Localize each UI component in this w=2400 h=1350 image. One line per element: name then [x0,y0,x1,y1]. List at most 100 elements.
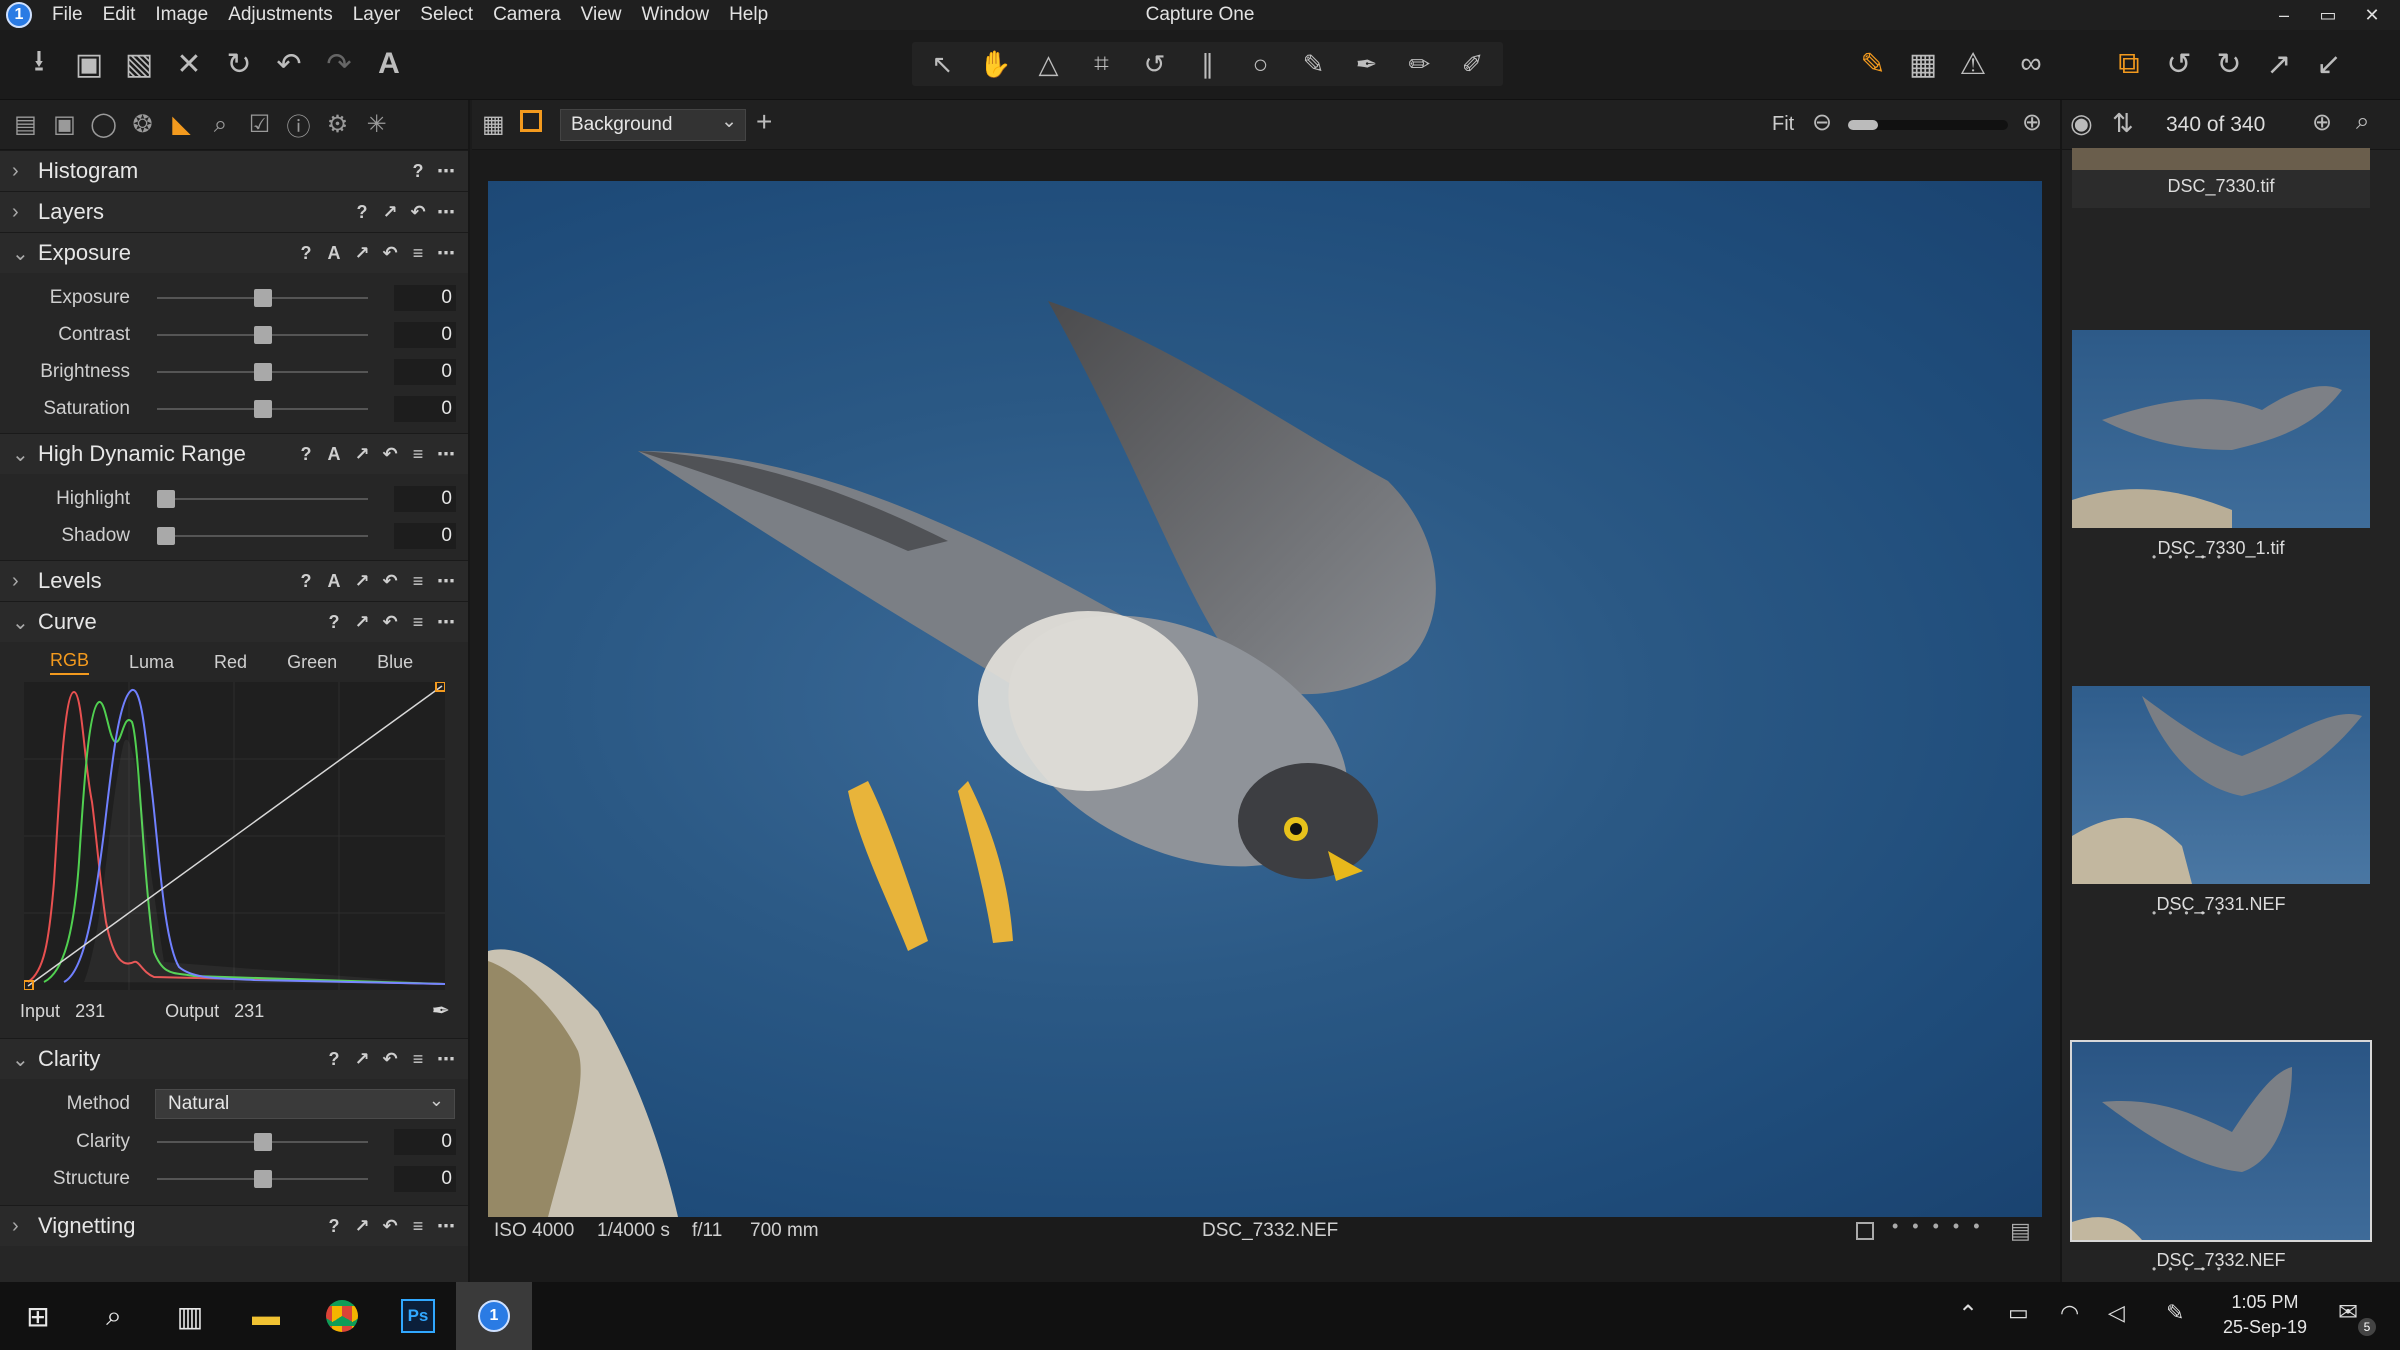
single-view-icon[interactable] [520,110,542,132]
slider-value[interactable]: 0 [394,485,456,512]
slider-knob[interactable] [253,363,272,381]
import-arrow-icon[interactable]: ↙ [2304,42,2354,86]
zoom-out-icon[interactable]: ⊖ [1812,108,1832,137]
help-icon[interactable]: ? [348,202,376,223]
search-icon[interactable]: ⌕ [2356,108,2369,136]
layers-section[interactable]: › Layers ? ↗ ↶ ⋯ [0,191,468,232]
tab-green[interactable]: Green [287,652,337,673]
capture-one-taskbar-icon[interactable]: 1 [456,1282,532,1350]
slider-exposure[interactable]: Exposure 0 [0,279,468,316]
thumbnail-selected[interactable]: ••••• DSC_7332.NEF [2070,1040,2372,1282]
help-icon[interactable]: ? [320,1216,348,1237]
metadata-icon[interactable]: ⓘ [279,107,318,142]
curve-editor[interactable] [23,681,446,991]
expand-icon[interactable]: ↗ [348,243,376,264]
delete-icon[interactable]: ✕ [164,42,214,86]
undo-icon[interactable]: ↶ [264,42,314,86]
menu-image[interactable]: Image [155,4,208,26]
more-icon[interactable]: ⋯ [432,571,460,592]
wifi-icon[interactable]: ◠ [2060,1300,2079,1326]
slider-value[interactable]: 0 [394,522,456,549]
camera-icon[interactable]: ▣ [64,42,114,86]
more-icon[interactable]: ⋯ [432,1049,460,1070]
linear-mask-icon[interactable]: ✏ [1393,42,1446,86]
tab-red[interactable]: Red [214,652,247,673]
rating-dots[interactable]: ••••• [1892,1216,1994,1237]
batch-icon[interactable]: ✳ [357,110,396,139]
eye-icon[interactable]: ◉ [2070,108,2093,139]
tab-rgb[interactable]: RGB [50,650,90,675]
hdr-section[interactable]: ⌄ High Dynamic Range ? A ↗ ↶ ≡ ⋯ [0,433,468,474]
exposure-section[interactable]: ⌄ Exposure ? A ↗ ↶ ≡ ⋯ [0,232,468,273]
reset-icon[interactable]: ↶ [376,1216,404,1237]
menu-window[interactable]: Window [642,4,710,26]
task-view-icon[interactable]: ▥ [152,1282,228,1350]
expand-icon[interactable]: ↗ [348,1049,376,1070]
menu-view[interactable]: View [581,4,622,26]
tab-blue[interactable]: Blue [377,652,413,673]
expand-icon[interactable]: ↗ [348,612,376,633]
reset-icon[interactable]: ↶ [404,202,432,223]
notifications-icon[interactable]: ✉ [2338,1298,2358,1327]
help-icon[interactable]: ? [292,444,320,465]
chrome-icon[interactable] [304,1282,380,1350]
auto-icon[interactable]: A [320,444,348,465]
more-icon[interactable]: ⋯ [432,161,460,182]
expand-icon[interactable]: ↗ [348,444,376,465]
slider-structure[interactable]: Structure 0 [0,1160,468,1197]
keystone-icon[interactable]: △ [1022,42,1075,86]
zoom-fit-label[interactable]: Fit [1772,113,1794,136]
volume-icon[interactable]: ◁ [2108,1300,2125,1326]
minimize-button[interactable]: – [2262,0,2306,30]
tab-luma[interactable]: Luma [129,652,174,673]
slider-knob[interactable] [253,1133,272,1151]
reset-icon[interactable]: ↶ [376,571,404,592]
slider-knob[interactable] [157,490,175,508]
slider-knob[interactable] [253,326,272,344]
rotate-icon[interactable]: ↺ [1128,42,1181,86]
erase-mask-icon[interactable]: ✒ [1340,42,1393,86]
rotate-right-icon[interactable]: ↻ [2204,42,2254,86]
output-icon[interactable]: ⚙ [318,110,357,139]
help-icon[interactable]: ? [404,161,432,182]
export-icon[interactable]: ↗ [2254,42,2304,86]
method-select[interactable]: Natural [155,1086,455,1119]
thumbnail[interactable]: ••••• DSC_7331.NEF [2072,686,2370,926]
presets-icon[interactable]: ≡ [404,1216,432,1237]
help-icon[interactable]: ? [292,243,320,264]
expand-icon[interactable]: ↗ [348,571,376,592]
adjust-icon[interactable]: ☑ [240,110,279,139]
straighten-icon[interactable]: ∥ [1181,42,1234,86]
eyedropper-icon[interactable]: ✒ [432,998,450,1024]
grid-view-icon[interactable]: ▦ [482,110,505,139]
slider-shadow[interactable]: Shadow 0 [0,517,468,554]
app-logo[interactable]: 1 [6,2,32,28]
slider-clarity[interactable]: Clarity 0 [0,1123,468,1160]
reset-icon[interactable]: ↶ [376,1049,404,1070]
capture-icon[interactable]: ▣ [45,110,84,139]
search-icon[interactable]: ⌕ [76,1282,152,1350]
windows-start-icon[interactable]: ⊞ [0,1282,76,1350]
file-explorer-icon[interactable]: ▬ [228,1282,304,1350]
reset-icon[interactable]: ↶ [376,612,404,633]
exposure-tab-icon[interactable]: ◣ [162,110,201,139]
slider-value[interactable]: 0 [394,395,456,422]
thumbnail[interactable]: DSC_7330.tif [2072,148,2370,208]
warning-icon[interactable]: ⚠ [1948,42,1998,86]
info-badge-icon[interactable]: ▤ [2010,1218,2031,1244]
presets-icon[interactable]: ≡ [404,571,432,592]
menu-help[interactable]: Help [729,4,768,26]
thumbnail[interactable]: ••••• DSC_7330_1.tif [2072,330,2370,570]
layers-icon[interactable]: ❂ [123,110,162,139]
move-icon[interactable]: ▧ [114,42,164,86]
layer-select[interactable]: Background ⌄ [560,109,746,141]
rotate-left-icon[interactable]: ↺ [2154,42,2204,86]
slider-knob[interactable] [253,400,272,418]
more-icon[interactable]: ⋯ [432,1216,460,1237]
pan-icon[interactable]: ✋ [969,42,1022,86]
close-window-button[interactable]: ✕ [2350,0,2394,30]
slider-value[interactable]: 0 [394,321,456,348]
slider-contrast[interactable]: Contrast 0 [0,316,468,353]
presets-icon[interactable]: ≡ [404,243,432,264]
slider-knob[interactable] [157,527,175,545]
